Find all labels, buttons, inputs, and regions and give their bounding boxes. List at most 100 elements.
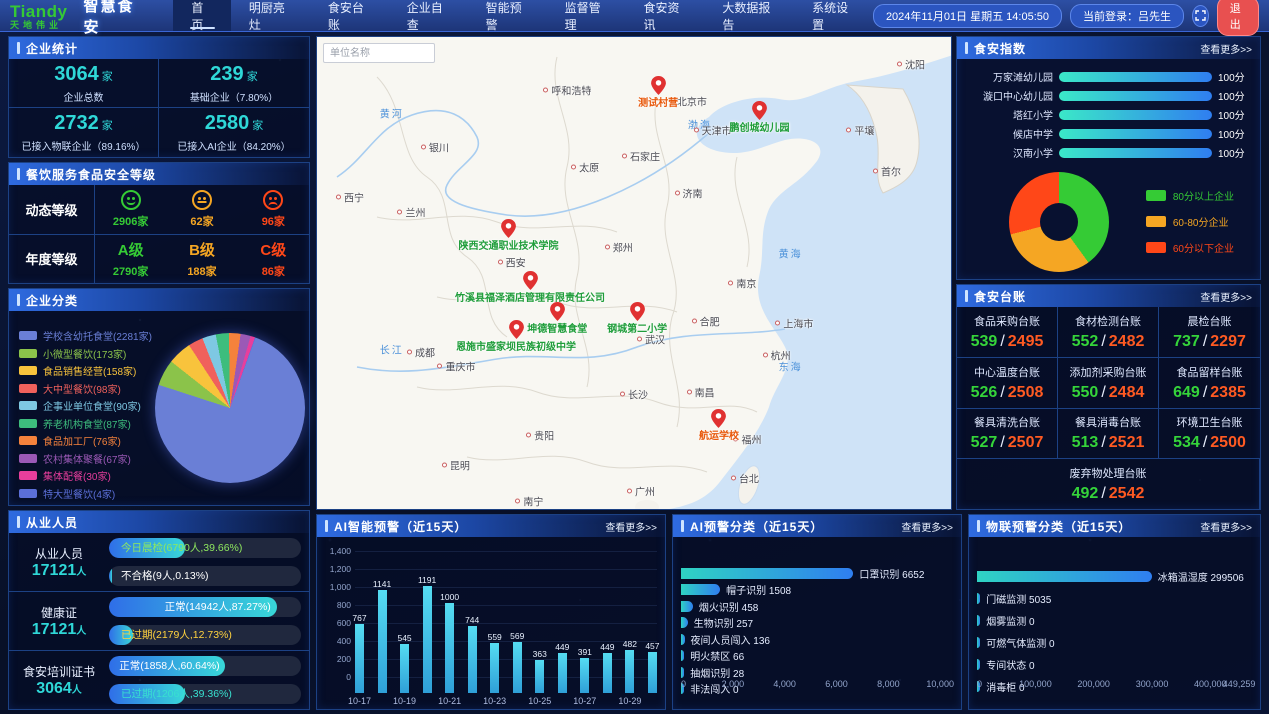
panel-food-safety-grade: 餐饮服务食品安全等级 动态等级2906家62家96家年度等级A级2790家B级1… [8, 162, 310, 284]
ledger-name: 食品留样台账 [1177, 364, 1243, 380]
category-label: 专间状态 0 [986, 657, 1034, 672]
personnel-group: 从业人员17121人今日晨检(6790人,39.66%)不合格(9人,0.13%… [9, 533, 309, 592]
city-label: 呼和浩特 [551, 82, 591, 97]
nav-item-食安台账[interactable]: 食安台账 [310, 0, 389, 31]
bar-10-30[interactable]: 457 [648, 652, 657, 693]
nav-item-系统设置[interactable]: 系统设置 [794, 0, 873, 31]
ledger-name: 环境卫生台账 [1177, 414, 1243, 430]
x-axis-tick: 449,259 [1223, 679, 1256, 689]
x-axis: 02,0004,0006,0008,00010,000 [681, 679, 951, 691]
school-name: 汉南小学 [961, 145, 1053, 160]
map-marker-恩施市盛家坝民族初级中学[interactable]: 恩施市盛家坝民族初级中学 [456, 320, 576, 353]
legend-item[interactable]: 食品销售经营(158家) [19, 362, 152, 380]
map-marker-鹏创城幼儿园[interactable]: 鹏创城幼儿园 [730, 101, 790, 134]
panel-title: 食安台账 [974, 288, 1026, 305]
x-axis-tick: 0 [977, 679, 982, 689]
y-axis-tick: 1,000 [321, 582, 351, 592]
bar-10-28[interactable]: 449 [603, 653, 612, 693]
bar-10-22[interactable]: 744 [468, 626, 477, 693]
map-water-label: 长江 [380, 342, 404, 357]
category-bar[interactable] [977, 615, 980, 626]
category-bar[interactable] [681, 667, 684, 678]
legend-item[interactable]: 养老机构食堂(87家) [19, 415, 152, 433]
city-label: 首尔 [881, 163, 901, 178]
enterprise-category-pie-chart[interactable] [155, 333, 305, 483]
ai-warning-bar-chart[interactable]: 02004006008001,0001,2001,40076710-171141… [317, 537, 665, 709]
view-more-link[interactable]: 查看更多>> [605, 519, 657, 534]
city-label: 郑州 [613, 240, 633, 255]
map-city-银川: 银川 [421, 140, 449, 155]
category-bar[interactable] [977, 659, 980, 670]
legend-label: 食品销售经营(158家) [43, 363, 136, 378]
ai-category-bar-chart[interactable]: 口罩识别 6652帽子识别 1508烟火识别 458生物识别 257夜间人员闯入… [673, 537, 961, 709]
bar-10-29[interactable]: 48210-29 [625, 650, 634, 693]
personnel-label: 从业人员 [9, 545, 109, 562]
legend-item[interactable]: 特大型餐饮(4家) [19, 485, 152, 503]
legend-item[interactable]: 集体配餐(30家) [19, 467, 152, 485]
legend-item[interactable]: 食品加工厂(76家) [19, 432, 152, 450]
legend-label: 大中型餐饮(98家) [43, 381, 121, 396]
legend-item[interactable]: 农村集体聚餐(67家) [19, 450, 152, 468]
nav-item-食安资讯[interactable]: 食安资讯 [626, 0, 705, 31]
category-label: 冰箱温湿度 299506 [1158, 569, 1244, 584]
logout-button[interactable]: 退出 [1217, 0, 1259, 36]
bar-10-26[interactable]: 449 [558, 653, 567, 693]
view-more-link[interactable]: 查看更多>> [1200, 289, 1252, 304]
legend-item[interactable]: 企事业单位食堂(90家) [19, 397, 152, 415]
nav-item-大数据报告[interactable]: 大数据报告 [704, 0, 794, 31]
category-bar[interactable] [977, 637, 980, 648]
category-label: 门磁监测 5035 [986, 591, 1051, 606]
category-bar[interactable] [681, 584, 720, 595]
fullscreen-button[interactable] [1192, 5, 1209, 27]
category-bar[interactable] [681, 601, 693, 612]
legend-item[interactable]: 大中型餐饮(98家) [19, 380, 152, 398]
category-bar[interactable] [977, 593, 980, 604]
bar-10-19[interactable]: 54510-19 [400, 644, 409, 693]
ledger-total: 2507 [1008, 434, 1044, 451]
legend-item[interactable]: 学校含幼托食堂(2281家) [19, 327, 152, 345]
nav-item-监督管理[interactable]: 监督管理 [547, 0, 626, 31]
grade-count: 86家 [262, 263, 285, 279]
iot-category-bar-chart[interactable]: 冰箱温湿度 299506门磁监测 5035烟雾监测 0可燃气体监测 0专间状态 … [969, 537, 1260, 709]
map-marker-竹溪县福泽酒店管理有限责任公司[interactable]: 竹溪县福泽酒店管理有限责任公司 [455, 271, 605, 304]
category-bar[interactable] [681, 568, 853, 579]
map-city-平壤: 平壤 [846, 123, 874, 138]
view-more-link[interactable]: 查看更多>> [901, 519, 953, 534]
map-marker-航运学校[interactable]: 航运学校 [699, 409, 739, 442]
map-marker-陕西交通职业技术学院[interactable]: 陕西交通职业技术学院 [458, 219, 558, 252]
bar-10-24[interactable]: 569 [513, 642, 522, 693]
bar-10-27[interactable]: 39110-27 [580, 658, 589, 693]
bar-10-20[interactable]: 1191 [423, 586, 432, 693]
category-bar[interactable] [977, 571, 1152, 582]
nav-item-明厨亮灶[interactable]: 明厨亮灶 [231, 0, 310, 31]
ledger-total: 2495 [1008, 333, 1044, 350]
bar-10-17[interactable]: 76710-17 [355, 624, 364, 693]
map-marker-测试村营[interactable]: 测试村营 [638, 76, 678, 109]
nav-item-智能预警[interactable]: 智能预警 [468, 0, 547, 31]
category-bar[interactable] [681, 634, 685, 645]
map-marker-钢城第二小学[interactable]: 钢城第二小学 [607, 302, 667, 335]
bar-10-23[interactable]: 55910-23 [490, 643, 499, 693]
map-marker-label: 恩施市盛家坝民族初级中学 [456, 338, 576, 353]
ledger-name: 废弃物处理台账 [1070, 465, 1147, 481]
view-more-link[interactable]: 查看更多>> [1200, 519, 1252, 534]
view-more-link[interactable]: 查看更多>> [1200, 41, 1252, 56]
category-bar[interactable] [681, 617, 688, 628]
china-map[interactable]: 沈阳呼和浩特北京市天津市银川石家庄太原济南西宁兰州郑州西安南京上海市合肥杭州成都… [316, 36, 952, 510]
bar-10-25[interactable]: 36310-25 [535, 660, 544, 693]
category-bar[interactable] [681, 650, 684, 661]
bar-10-21[interactable]: 100010-21 [445, 603, 454, 693]
bar-10-18[interactable]: 1141 [378, 590, 387, 693]
nav-item-企业自查[interactable]: 企业自查 [389, 0, 468, 31]
stat-label: 基础企业（7.80%） [190, 89, 278, 104]
header-accent [965, 42, 968, 54]
score-donut-chart[interactable] [1009, 172, 1109, 272]
nav-item-首页[interactable]: 首页 [173, 0, 230, 31]
city-dot [421, 145, 426, 150]
map-search-input[interactable] [323, 43, 435, 63]
panel-enterprise-category: 企业分类 学校含幼托食堂(2281家)小微型餐饮(173家)食品销售经营(158… [8, 288, 310, 506]
bar-value-label: 767 [352, 613, 366, 623]
legend-item[interactable]: 小微型餐饮(173家) [19, 345, 152, 363]
school-name: 漩口中心幼儿园 [961, 88, 1053, 103]
map-city-太原: 太原 [571, 160, 599, 175]
